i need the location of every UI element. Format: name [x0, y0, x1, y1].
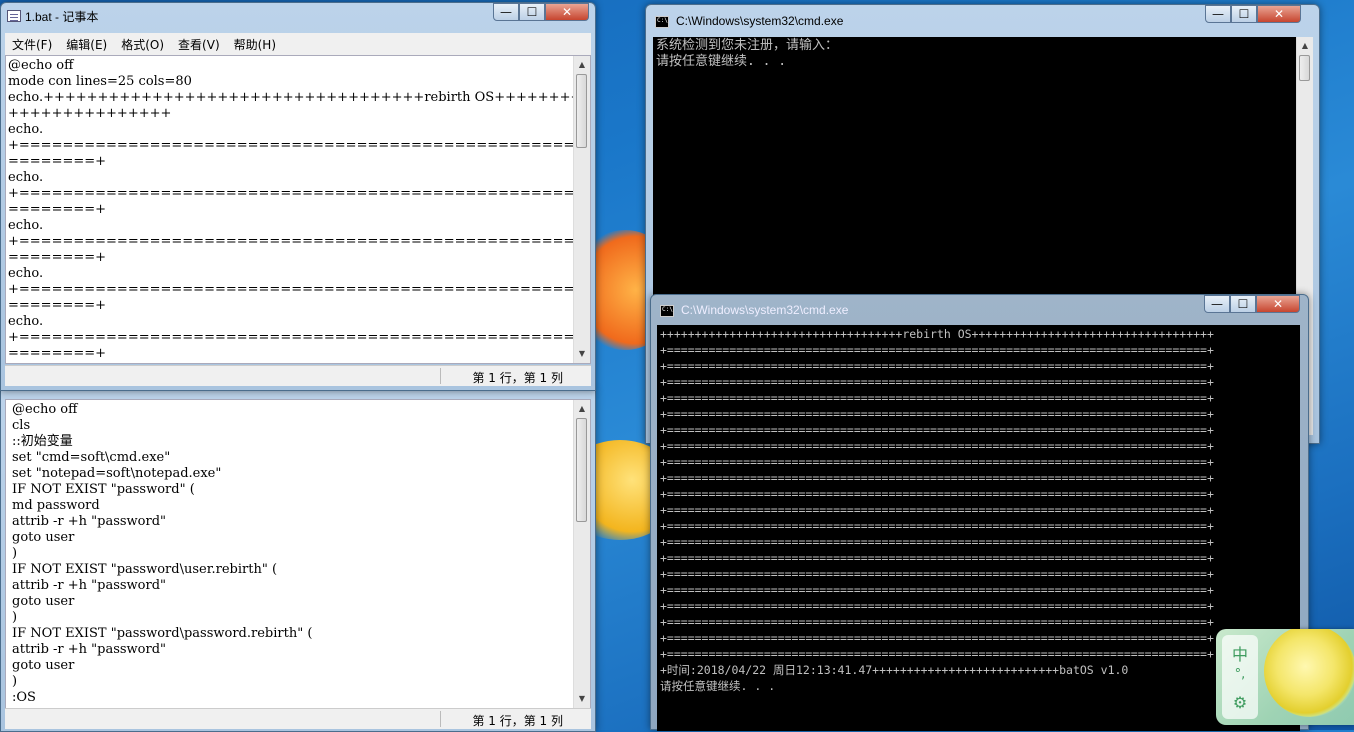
cmd-app-icon[interactable]	[655, 16, 669, 28]
cmd-1-title: C:\Windows\system32\cmd.exe	[676, 14, 844, 28]
lemon-skin-image	[1264, 629, 1354, 717]
menu-bar: 文件(F) 编辑(E) 格式(O) 查看(V) 帮助(H)	[5, 33, 591, 56]
scroll-up-arrow-icon[interactable]: ▲	[574, 58, 590, 72]
notepad-app-icon[interactable]	[7, 10, 21, 22]
window-controls: — ☐ ✕	[1204, 295, 1300, 315]
notepad-titlebar[interactable]: 1.bat - 记事本 — ☐ ✕	[1, 3, 595, 31]
minimize-button[interactable]: —	[1204, 295, 1230, 313]
notepad-window-2: @echo off cls ::初始变量 set "cmd=soft\cmd.e…	[0, 390, 596, 732]
cmd-window-2: C:\Windows\system32\cmd.exe — ☐ ✕ ++++++…	[650, 294, 1309, 731]
scroll-down-arrow-icon[interactable]: ▼	[574, 347, 590, 361]
window-title: 1.bat - 记事本	[25, 10, 99, 24]
window-controls: — ☐ ✕	[493, 3, 589, 23]
cursor-position: 第 1 行，第 1 列	[472, 371, 563, 385]
cmd-2-title: C:\Windows\system32\cmd.exe	[681, 303, 849, 317]
menu-edit[interactable]: 编辑(E)	[59, 36, 114, 53]
maximize-button[interactable]: ☐	[1231, 5, 1257, 23]
scrollbar-thumb[interactable]	[1299, 55, 1310, 81]
notepad-vertical-scrollbar[interactable]: ▲ ▼	[573, 56, 590, 363]
menu-view[interactable]: 查看(V)	[171, 36, 227, 53]
cmd-1-titlebar[interactable]: C:\Windows\system32\cmd.exe — ☐ ✕	[646, 5, 1319, 33]
minimize-button[interactable]: —	[493, 3, 519, 21]
notepad-text[interactable]: @echo off mode con lines=25 cols=80 echo…	[8, 58, 590, 362]
cmd-1-output: 系统检测到您未注册，请输入： 请按任意键继续. . .	[656, 38, 839, 69]
scroll-up-arrow-icon[interactable]: ▲	[574, 402, 590, 416]
maximize-button[interactable]: ☐	[1230, 295, 1256, 313]
close-button[interactable]: ✕	[545, 3, 589, 21]
cmd-2-console[interactable]: +++++++++++++++++++++++++++++++++++rebir…	[657, 325, 1300, 731]
menu-format[interactable]: 格式(O)	[114, 36, 171, 53]
menu-help[interactable]: 帮助(H)	[227, 36, 283, 53]
menu-file[interactable]: 文件(F)	[5, 36, 59, 53]
gear-icon[interactable]: ⚙	[1222, 693, 1258, 712]
ime-status-widget[interactable]: 中 °, ⚙	[1216, 629, 1354, 725]
ime-mode-toggle[interactable]: 中	[1222, 641, 1258, 665]
scroll-down-arrow-icon[interactable]: ▼	[574, 692, 590, 706]
close-button[interactable]: ✕	[1257, 5, 1301, 23]
notepad-2-editor[interactable]: @echo off cls ::初始变量 set "cmd=soft\cmd.e…	[5, 399, 591, 709]
cmd-app-icon[interactable]	[660, 305, 674, 317]
ime-punctuation-toggle[interactable]: °,	[1222, 667, 1258, 682]
notepad-status-bar: 第 1 行，第 1 列	[5, 365, 591, 386]
close-button[interactable]: ✕	[1256, 295, 1300, 313]
cmd-2-output: +++++++++++++++++++++++++++++++++++rebir…	[660, 327, 1214, 693]
cmd-2-titlebar[interactable]: C:\Windows\system32\cmd.exe — ☐ ✕	[651, 295, 1308, 323]
ime-panel: 中 °, ⚙	[1222, 635, 1258, 719]
notepad-2-status-bar: 第 1 行，第 1 列	[5, 708, 591, 729]
notepad-window: 1.bat - 记事本 — ☐ ✕ 文件(F) 编辑(E) 格式(O) 查看(V…	[0, 2, 596, 391]
notepad-editor[interactable]: @echo off mode con lines=25 cols=80 echo…	[5, 55, 591, 364]
window-controls: — ☐ ✕	[1205, 5, 1301, 25]
scrollbar-thumb[interactable]	[576, 74, 587, 148]
cursor-position: 第 1 行，第 1 列	[472, 714, 563, 728]
maximize-button[interactable]: ☐	[519, 3, 545, 21]
status-separator	[440, 711, 441, 727]
notepad-2-vertical-scrollbar[interactable]: ▲ ▼	[573, 400, 590, 708]
notepad-2-text[interactable]: @echo off cls ::初始变量 set "cmd=soft\cmd.e…	[12, 402, 312, 706]
scrollbar-thumb[interactable]	[576, 418, 587, 522]
minimize-button[interactable]: —	[1205, 5, 1231, 23]
status-separator	[440, 368, 441, 384]
scroll-up-arrow-icon[interactable]: ▲	[1297, 39, 1313, 53]
